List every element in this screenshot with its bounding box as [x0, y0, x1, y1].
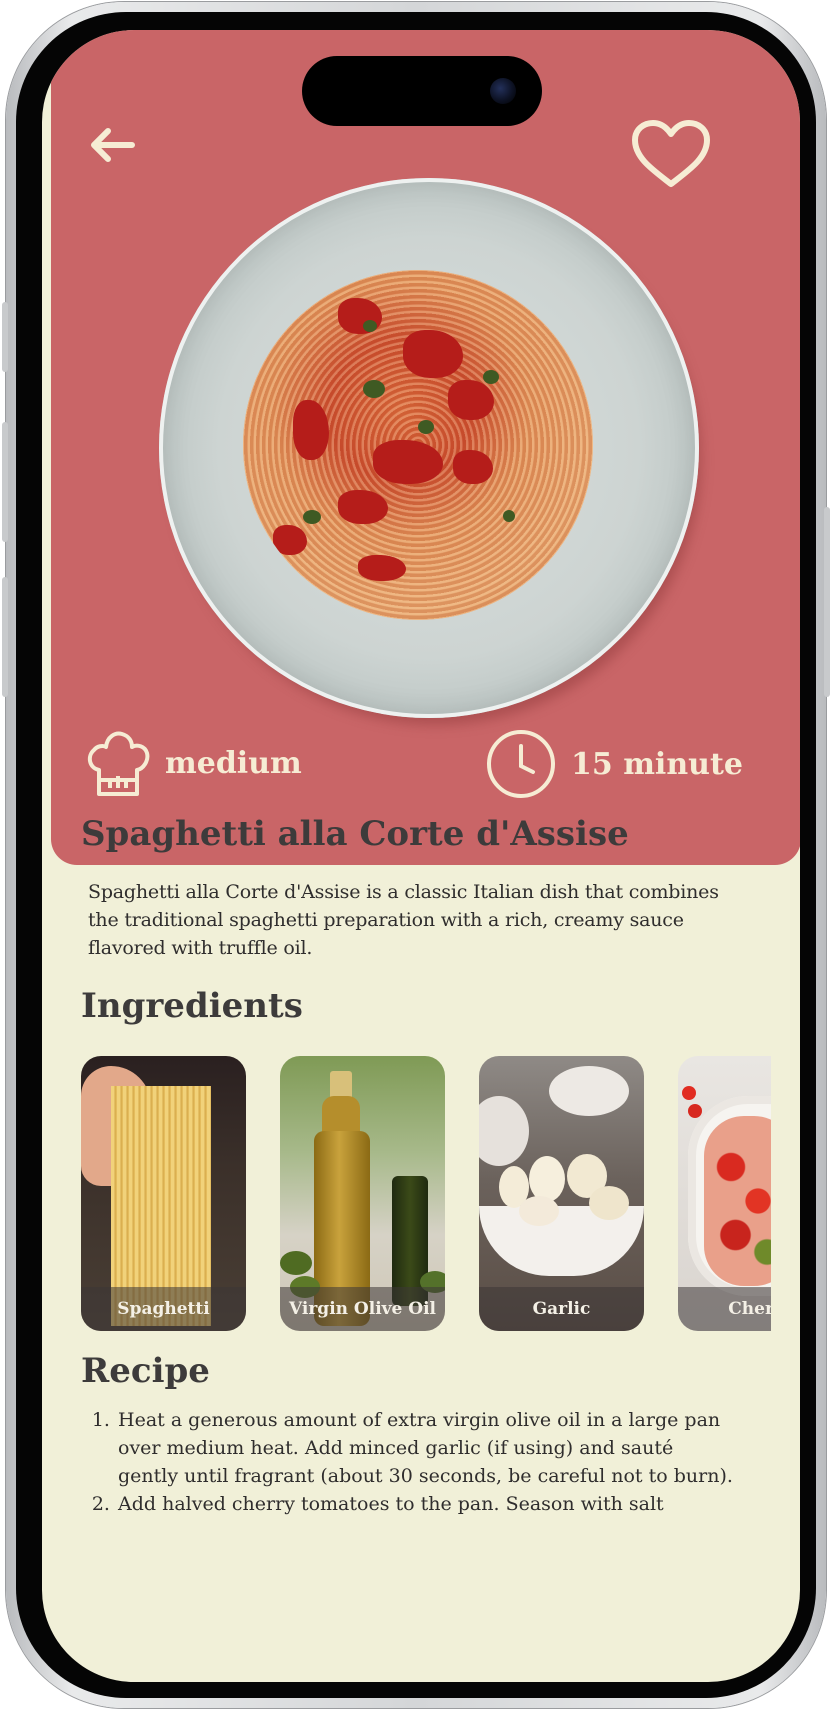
arrow-left-icon	[91, 128, 135, 162]
pasta-image	[243, 270, 593, 620]
screen: medium 15 minute Spaghetti alla Corte d'…	[42, 30, 800, 1682]
ingredient-card-olive-oil[interactable]: Virgin Olive Oil	[280, 1056, 445, 1331]
back-button[interactable]	[89, 125, 137, 165]
camera-icon	[490, 78, 516, 104]
phone-frame: medium 15 minute Spaghetti alla Corte d'…	[2, 2, 830, 1708]
time-label: 15 minute	[571, 746, 743, 782]
clock-icon	[487, 730, 555, 798]
dish-description: Spaghetti alla Corte d'Assise is a class…	[88, 881, 719, 959]
ingredient-label: Spaghetti	[81, 1287, 246, 1331]
ingredient-card-garlic[interactable]: Garlic	[479, 1056, 644, 1331]
ingredients-heading: Ingredients	[81, 986, 303, 1026]
heart-icon	[632, 120, 710, 187]
volume-down-button	[2, 577, 8, 697]
favorite-button[interactable]	[629, 118, 713, 192]
chef-hat-icon	[87, 731, 150, 796]
dynamic-island	[302, 56, 542, 126]
hero-banner: medium 15 minute	[51, 30, 800, 865]
difficulty-label: medium	[165, 745, 302, 781]
dish-title: Spaghetti alla Corte d'Assise	[81, 814, 629, 854]
recipe-heading: Recipe	[81, 1351, 210, 1391]
ingredient-label: Virgin Olive Oil	[280, 1287, 445, 1331]
ingredient-card-spaghetti[interactable]: Spaghetti	[81, 1056, 246, 1331]
recipe-steps: Heat a generous amount of extra virgin o…	[92, 1406, 736, 1518]
recipe-step: Heat a generous amount of extra virgin o…	[116, 1406, 736, 1490]
ingredient-label: Cherry	[678, 1287, 771, 1331]
ingredient-card-cherry[interactable]: Cherry	[678, 1056, 771, 1331]
ingredients-carousel[interactable]: Spaghetti Virgin Olive Oil Garlic Cher	[81, 1056, 771, 1332]
volume-up-button	[2, 422, 8, 542]
power-button	[824, 507, 830, 697]
side-button	[2, 302, 8, 372]
time-info: 15 minute	[485, 728, 743, 800]
recipe-step: Add halved cherry tomatoes to the pan. S…	[116, 1490, 736, 1518]
ingredient-label: Garlic	[479, 1287, 644, 1331]
difficulty-info: medium	[85, 728, 302, 798]
